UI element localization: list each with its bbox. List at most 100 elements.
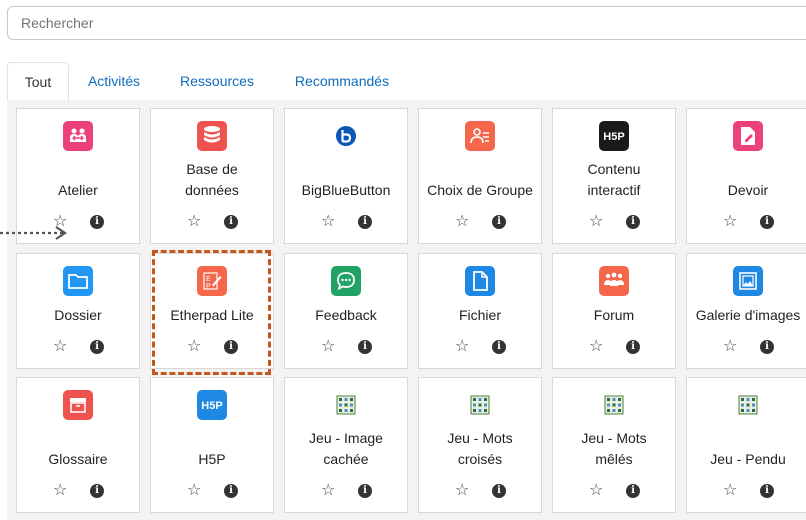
game-icon	[331, 390, 361, 420]
search-input[interactable]	[8, 7, 806, 39]
star-icon[interactable]: ☆	[455, 339, 469, 355]
star-icon[interactable]: ☆	[53, 483, 67, 499]
module-name: BigBlueButton	[301, 182, 391, 198]
info-icon[interactable]: i	[492, 215, 506, 229]
workshop-icon	[63, 121, 93, 151]
glossary-icon	[63, 390, 93, 420]
star-icon[interactable]: ☆	[187, 483, 201, 499]
h5p-icon: H5P	[599, 121, 629, 151]
star-icon[interactable]: ☆	[455, 214, 469, 230]
game-icon	[733, 390, 763, 420]
module-card-forum[interactable]: Forum ☆ i	[552, 253, 676, 369]
database-icon	[197, 121, 227, 151]
module-name: Devoir	[727, 182, 769, 198]
forum-icon	[599, 266, 629, 296]
info-icon[interactable]: i	[760, 340, 774, 354]
group-choice-icon	[465, 121, 495, 151]
tab-tout[interactable]: Tout	[7, 62, 69, 101]
module-name: Jeu - Pendu	[710, 451, 786, 467]
file-icon	[465, 266, 495, 296]
info-icon[interactable]: i	[358, 484, 372, 498]
star-icon[interactable]: ☆	[187, 214, 201, 230]
module-name: Base de données	[185, 161, 239, 198]
star-icon[interactable]: ☆	[53, 339, 67, 355]
info-icon[interactable]: i	[358, 215, 372, 229]
folder-icon	[63, 266, 93, 296]
info-icon[interactable]: i	[760, 484, 774, 498]
module-name: Jeu - Mots croisés	[447, 430, 513, 467]
info-icon[interactable]: i	[626, 340, 640, 354]
game-icon	[465, 390, 495, 420]
assignment-icon	[733, 121, 763, 151]
module-card-galerie-d-images[interactable]: Galerie d'images ☆ i	[686, 253, 806, 369]
tab-recommandes[interactable]: Recommandés	[282, 62, 402, 100]
pointer-arrow	[0, 226, 67, 240]
info-icon[interactable]: i	[224, 340, 238, 354]
info-icon[interactable]: i	[492, 484, 506, 498]
module-card-choix-de-groupe[interactable]: Choix de Groupe ☆ i	[418, 108, 542, 244]
h5p-icon: H5P	[197, 390, 227, 420]
module-name: Galerie d'images	[695, 307, 801, 323]
module-name: Fichier	[458, 307, 501, 323]
tab-bar: Tout Activités Ressources Recommandés	[7, 62, 806, 101]
module-card-glossaire[interactable]: Glossaire ☆ i	[16, 377, 140, 513]
star-icon[interactable]: ☆	[723, 214, 737, 230]
module-name: H5P	[198, 451, 226, 467]
module-name: Contenu interactif	[587, 161, 641, 198]
info-icon[interactable]: i	[90, 484, 104, 498]
info-icon[interactable]: i	[626, 484, 640, 498]
info-icon[interactable]: i	[90, 340, 104, 354]
module-card-jeu-mots-croises[interactable]: Jeu - Mots croisés ☆ i	[418, 377, 542, 513]
module-name: Forum	[593, 307, 635, 323]
module-card-jeu-pendu[interactable]: Jeu - Pendu ☆ i	[686, 377, 806, 513]
info-icon[interactable]: i	[90, 215, 104, 229]
star-icon[interactable]: ☆	[321, 214, 335, 230]
star-icon[interactable]: ☆	[589, 214, 603, 230]
svg-text:H5P: H5P	[603, 131, 624, 143]
module-name: Feedback	[315, 307, 377, 323]
image-gallery-icon	[733, 266, 763, 296]
svg-text:P: P	[206, 283, 211, 290]
star-icon[interactable]: ☆	[455, 483, 469, 499]
info-icon[interactable]: i	[492, 340, 506, 354]
svg-text:E: E	[206, 276, 211, 283]
svg-text:H5P: H5P	[201, 400, 222, 412]
star-icon[interactable]: ☆	[187, 339, 201, 355]
module-name: Jeu - Image cachée	[309, 430, 383, 467]
module-card-base-de-donnees[interactable]: Base de données ☆ i	[150, 108, 274, 244]
module-name: Atelier	[58, 182, 98, 198]
tab-ressources[interactable]: Ressources	[167, 62, 267, 100]
info-icon[interactable]: i	[626, 215, 640, 229]
module-card-fichier[interactable]: Fichier ☆ i	[418, 253, 542, 369]
search-box[interactable]	[7, 6, 806, 40]
tab-activites[interactable]: Activités	[77, 62, 151, 100]
module-card-feedback[interactable]: Feedback ☆ i	[284, 253, 408, 369]
star-icon[interactable]: ☆	[589, 483, 603, 499]
star-icon[interactable]: ☆	[321, 483, 335, 499]
module-name: Choix de Groupe	[427, 182, 533, 198]
module-name: Jeu - Mots mêlés	[581, 430, 647, 467]
module-card-jeu-image-cachee[interactable]: Jeu - Image cachée ☆ i	[284, 377, 408, 513]
info-icon[interactable]: i	[224, 484, 238, 498]
module-name: Glossaire	[48, 451, 108, 467]
module-card-etherpad-lite[interactable]: E P Etherpad Lite ☆ i	[150, 253, 274, 369]
etherpad-icon: EP	[197, 266, 227, 296]
module-card-bigbluebutton[interactable]: BigBlueButton ☆ i	[284, 108, 408, 244]
module-card-jeu-mots-meles[interactable]: Jeu - Mots mêlés ☆ i	[552, 377, 676, 513]
module-card-h5p[interactable]: H5P H5P ☆ i	[150, 377, 274, 513]
info-icon[interactable]: i	[358, 340, 372, 354]
feedback-icon	[331, 266, 361, 296]
module-name: Etherpad Lite	[170, 307, 254, 323]
module-card-devoir[interactable]: Devoir ☆ i	[686, 108, 806, 244]
star-icon[interactable]: ☆	[723, 483, 737, 499]
info-icon[interactable]: i	[224, 215, 238, 229]
game-icon	[599, 390, 629, 420]
info-icon[interactable]: i	[760, 215, 774, 229]
module-name: Dossier	[54, 307, 102, 323]
star-icon[interactable]: ☆	[321, 339, 335, 355]
star-icon[interactable]: ☆	[589, 339, 603, 355]
bigbluebutton-icon	[331, 121, 361, 151]
module-card-dossier[interactable]: Dossier ☆ i	[16, 253, 140, 369]
module-card-contenu-interactif[interactable]: H5P Contenu interactif ☆ i	[552, 108, 676, 244]
star-icon[interactable]: ☆	[723, 339, 737, 355]
